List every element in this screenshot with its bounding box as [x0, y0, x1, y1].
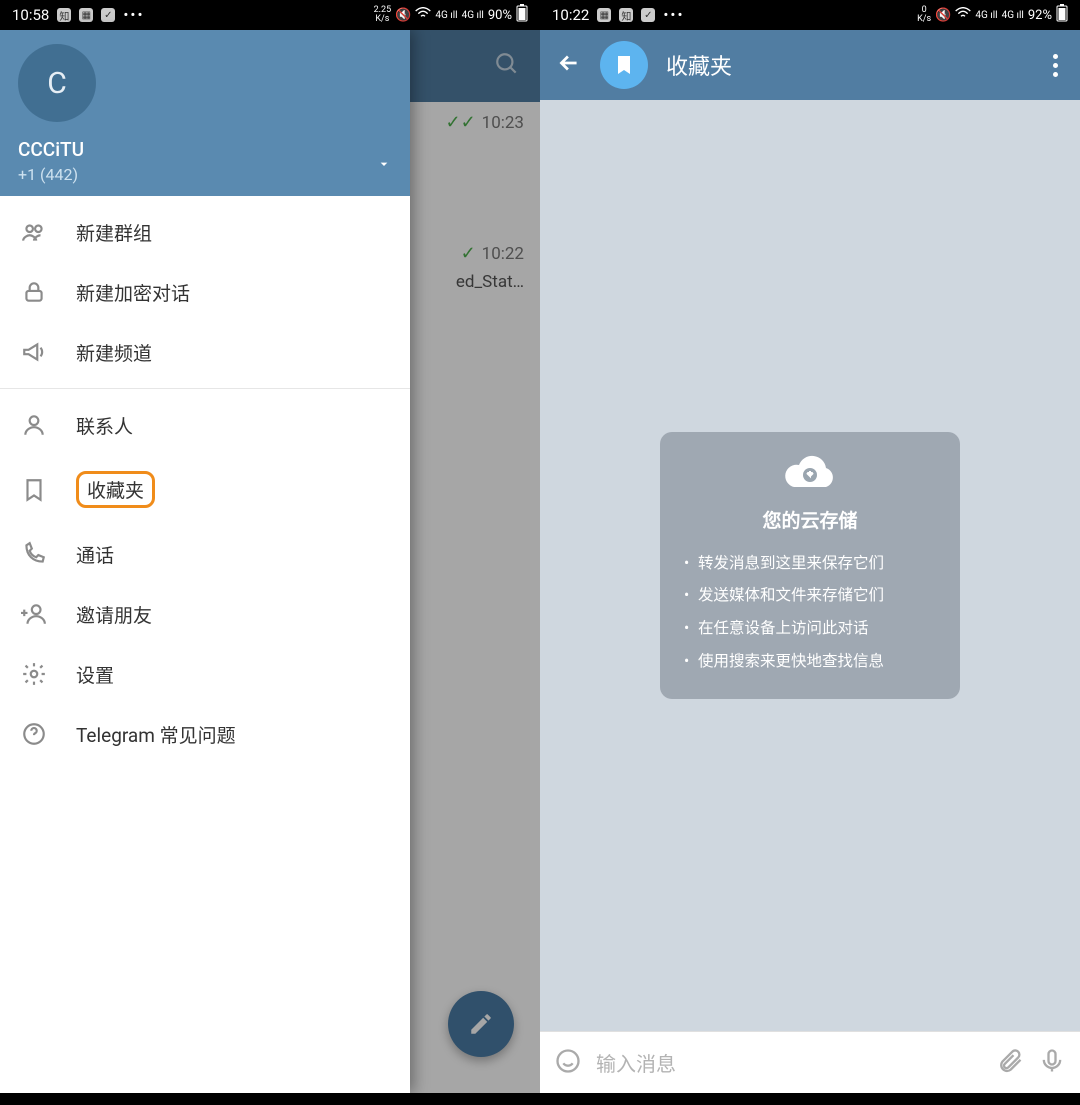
drawer-item-invite[interactable]: 邀请朋友: [0, 584, 410, 644]
mute-icon: 🔇: [395, 8, 411, 23]
cloud-bullet: 发送媒体和文件来存储它们: [684, 579, 936, 612]
drawer-item-label: Telegram 常见问题: [76, 721, 236, 748]
mute-icon: 🔇: [935, 8, 951, 23]
more-status-icon: •••: [123, 6, 144, 24]
chat-header: 收藏夹: [540, 30, 1080, 100]
wifi-icon: [955, 7, 971, 23]
signal-4g-icon-2: 4G ıll: [462, 10, 484, 21]
cloud-bullet: 转发消息到这里来保存它们: [684, 547, 936, 580]
signal-4g-icon-2: 4G ıll: [1002, 10, 1024, 21]
account-switch-toggle[interactable]: [376, 156, 392, 176]
avatar[interactable]: C: [18, 44, 96, 122]
status-bar: 10:22 ▦ 知 ✓ ••• 0 K/s 🔇 4G ıll 4G ıll 92…: [540, 0, 1080, 30]
net-speed: 2.25 K/s: [374, 6, 392, 24]
cloud-storage-card: 您的云存储 转发消息到这里来保存它们 发送媒体和文件来存储它们 在任意设备上访问…: [660, 432, 960, 699]
divider: [0, 388, 410, 389]
drawer-item-label: 新建群组: [76, 219, 152, 246]
cloud-download-icon: [684, 452, 936, 496]
notif-icon: 知: [619, 8, 633, 22]
more-menu-button[interactable]: [1047, 48, 1064, 83]
nav-bar-bottom: [0, 1093, 540, 1105]
emoji-button[interactable]: [554, 1047, 582, 1079]
drawer-item-new-channel[interactable]: 新建频道: [0, 322, 410, 382]
battery-icon: [1056, 4, 1068, 26]
drawer-item-new-secret[interactable]: 新建加密对话: [0, 262, 410, 322]
more-status-icon: •••: [663, 6, 684, 24]
notif-icon: 知: [57, 8, 71, 22]
megaphone-icon: [20, 338, 48, 366]
chat-body[interactable]: 您的云存储 转发消息到这里来保存它们 发送媒体和文件来存储它们 在任意设备上访问…: [540, 100, 1080, 1031]
bookmark-icon: [612, 53, 636, 77]
drawer-item-faq[interactable]: Telegram 常见问题: [0, 704, 410, 764]
bookmark-icon: [20, 476, 48, 504]
phone-right: 10:22 ▦ 知 ✓ ••• 0 K/s 🔇 4G ıll 4G ıll 92…: [540, 0, 1080, 1105]
drawer-item-contacts[interactable]: 联系人: [0, 395, 410, 455]
drawer-item-calls[interactable]: 通话: [0, 524, 410, 584]
net-speed: 0 K/s: [917, 6, 931, 24]
status-time: 10:58: [12, 6, 49, 24]
back-button[interactable]: [556, 50, 582, 80]
account-phone: +1 (442): [18, 165, 392, 184]
drawer-item-label: 邀请朋友: [76, 601, 152, 628]
drawer-item-label: 新建频道: [76, 339, 152, 366]
group-icon: [20, 218, 48, 246]
gear-icon: [20, 660, 48, 688]
drawer-item-saved[interactable]: 收藏夹: [0, 455, 410, 524]
account-name: CCCiTU: [18, 138, 392, 161]
image-icon: ▦: [597, 8, 611, 22]
status-bar: 10:58 知 ▦ ✓ ••• 2.25 K/s 🔇 4G ıll 4G ıll…: [0, 0, 540, 30]
cloud-bullet-list: 转发消息到这里来保存它们 发送媒体和文件来存储它们 在任意设备上访问此对话 使用…: [684, 547, 936, 677]
drawer-item-label: 联系人: [76, 412, 133, 439]
drawer-item-label: 设置: [76, 661, 114, 688]
drawer-header[interactable]: C CCCiTU +1 (442): [0, 30, 410, 196]
cloud-card-title: 您的云存储: [684, 506, 936, 533]
drawer-item-label: 新建加密对话: [76, 279, 190, 306]
add-person-icon: [20, 600, 48, 628]
message-input[interactable]: 输入消息: [596, 1048, 982, 1077]
chevron-down-icon: [376, 156, 392, 172]
phone-left: 10:58 知 ▦ ✓ ••• 2.25 K/s 🔇 4G ıll 4G ıll…: [0, 0, 540, 1105]
check-icon: ✓: [101, 8, 115, 22]
check-icon: ✓: [641, 8, 655, 22]
chat-avatar[interactable]: [600, 41, 648, 89]
signal-4g-icon: 4G ıll: [435, 10, 457, 21]
battery-icon: [516, 4, 528, 26]
nav-bar-bottom: [540, 1093, 1080, 1105]
lock-icon: [20, 278, 48, 306]
cloud-bullet: 使用搜索来更快地查找信息: [684, 645, 936, 678]
attach-button[interactable]: [996, 1047, 1024, 1079]
image-icon: ▦: [79, 8, 93, 22]
battery-text: 90%: [488, 8, 512, 23]
arrow-left-icon: [556, 50, 582, 76]
help-icon: [20, 720, 48, 748]
chat-title: 收藏夹: [666, 49, 732, 81]
battery-text: 92%: [1028, 8, 1052, 23]
mic-icon: [1038, 1047, 1066, 1075]
signal-4g-icon: 4G ıll: [975, 10, 997, 21]
person-icon: [20, 411, 48, 439]
drawer-item-settings[interactable]: 设置: [0, 644, 410, 704]
mic-button[interactable]: [1038, 1047, 1066, 1079]
smile-icon: [554, 1047, 582, 1075]
phone-icon: [20, 540, 48, 568]
drawer-item-label: 通话: [76, 541, 114, 568]
status-time: 10:22: [552, 6, 589, 24]
message-input-bar: 输入消息: [540, 1031, 1080, 1093]
drawer-item-label-highlighted: 收藏夹: [76, 471, 155, 508]
drawer-list: 新建群组 新建加密对话 新建频道 联系人 收藏夹 通话: [0, 196, 410, 1093]
nav-drawer: C CCCiTU +1 (442) 新建群组 新建加密对话 新建频道: [0, 30, 410, 1093]
paperclip-icon: [996, 1047, 1024, 1075]
drawer-item-new-group[interactable]: 新建群组: [0, 202, 410, 262]
cloud-bullet: 在任意设备上访问此对话: [684, 612, 936, 645]
wifi-icon: [415, 7, 431, 23]
